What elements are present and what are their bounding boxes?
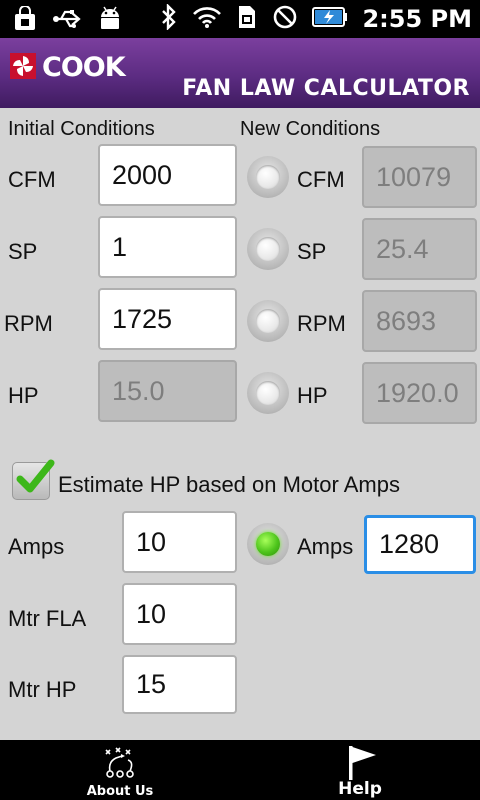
no-sound-icon — [272, 4, 298, 34]
initial-conditions-heading: Initial Conditions — [8, 118, 155, 140]
new-hp-field: 1920.0 — [362, 362, 477, 424]
sim-icon — [236, 4, 258, 34]
android-icon — [96, 6, 124, 36]
app-title: FAN LAW CALCULATOR — [182, 76, 470, 101]
new-sp-label: SP — [297, 239, 327, 264]
bag-icon — [12, 5, 38, 36]
logo-text: COOK — [42, 52, 126, 83]
play-diagram-icon — [100, 744, 140, 786]
mtr-hp-label: Mtr HP — [8, 677, 77, 702]
new-amps-input[interactable]: 1280 — [364, 515, 476, 574]
mtr-hp-input[interactable]: 15 — [122, 655, 237, 714]
status-time: 2:55 PM — [362, 5, 472, 33]
mtr-fla-label: Mtr FLA — [8, 606, 87, 631]
initial-rpm-label: RPM — [4, 311, 53, 336]
initial-hp-field: 15.0 — [98, 360, 237, 422]
bottom-nav-bar: About Us Help — [0, 740, 480, 800]
amps-radio[interactable] — [247, 523, 289, 565]
initial-cfm-input[interactable]: 2000 — [98, 144, 237, 206]
status-bar: 2:55 PM — [0, 0, 480, 38]
new-rpm-field: 8693 — [362, 290, 477, 352]
initial-hp-label: HP — [8, 383, 39, 408]
cook-logo: COOK — [10, 52, 126, 83]
app-header: COOK FAN LAW CALCULATOR — [0, 38, 480, 108]
new-conditions-heading: New Conditions — [240, 118, 381, 140]
battery-charging-icon — [312, 5, 348, 33]
estimate-hp-label: Estimate HP based on Motor Amps — [58, 472, 400, 497]
amps-input[interactable]: 10 — [122, 511, 237, 573]
estimate-hp-checkbox[interactable] — [12, 459, 55, 500]
new-rpm-label: RPM — [297, 311, 346, 336]
bluetooth-icon — [160, 3, 178, 34]
usb-icon — [52, 7, 82, 35]
new-cfm-field: 10079 — [362, 146, 477, 208]
new-hp-label: HP — [297, 383, 328, 408]
initial-rpm-input[interactable]: 1725 — [98, 288, 237, 350]
wifi-icon — [192, 5, 222, 33]
help-label: Help — [338, 779, 382, 799]
new-cfm-label: CFM — [297, 167, 345, 192]
initial-cfm-label: CFM — [8, 167, 56, 192]
about-us-label: About Us — [86, 784, 154, 799]
initial-sp-label: SP — [8, 239, 38, 264]
flag-icon — [346, 744, 380, 784]
cfm-radio[interactable] — [247, 156, 289, 198]
new-amps-label: Amps — [297, 534, 354, 559]
mtr-fla-input[interactable]: 10 — [122, 583, 237, 645]
help-button[interactable]: Help — [310, 740, 410, 800]
initial-sp-input[interactable]: 1 — [98, 216, 237, 278]
about-us-button[interactable]: About Us — [60, 740, 180, 800]
rpm-radio[interactable] — [247, 300, 289, 342]
sp-radio[interactable] — [247, 228, 289, 270]
amps-label: Amps — [8, 534, 65, 559]
checkmark-icon — [15, 457, 55, 501]
pinwheel-logo-icon — [10, 52, 36, 83]
hp-radio[interactable] — [247, 372, 289, 414]
new-sp-field: 25.4 — [362, 218, 477, 280]
